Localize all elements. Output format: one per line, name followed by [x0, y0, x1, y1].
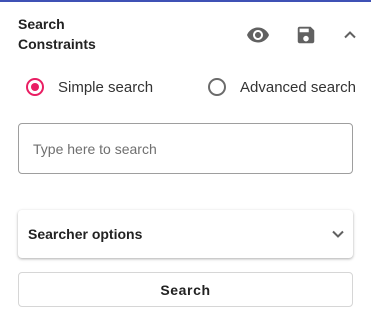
radio-unchecked-icon [208, 78, 226, 96]
simple-search-radio[interactable]: Simple search [26, 74, 153, 100]
preview-button[interactable] [245, 22, 271, 48]
simple-search-label: Simple search [58, 78, 154, 96]
collapse-button[interactable] [337, 22, 363, 48]
search-mode-group: Simple search Advanced search [0, 74, 371, 100]
chevron-up-icon [344, 31, 356, 39]
advanced-search-radio[interactable]: Advanced search [208, 74, 356, 100]
radio-checked-icon [26, 78, 44, 96]
advanced-search-label: Advanced search [240, 78, 356, 96]
save-icon [297, 26, 315, 44]
searcher-options-label: Searcher options [28, 226, 143, 242]
search-button[interactable]: Search [18, 272, 353, 307]
panel-title: Search Constraints [18, 14, 96, 54]
eye-icon [247, 27, 269, 43]
chevron-down-icon [332, 230, 344, 238]
save-button[interactable] [293, 22, 319, 48]
searcher-options-panel[interactable]: Searcher options [18, 210, 353, 258]
title-line-1: Search [18, 16, 65, 32]
title-line-2: Constraints [18, 36, 96, 52]
search-input[interactable] [18, 123, 353, 174]
top-accent-border [0, 0, 371, 2]
